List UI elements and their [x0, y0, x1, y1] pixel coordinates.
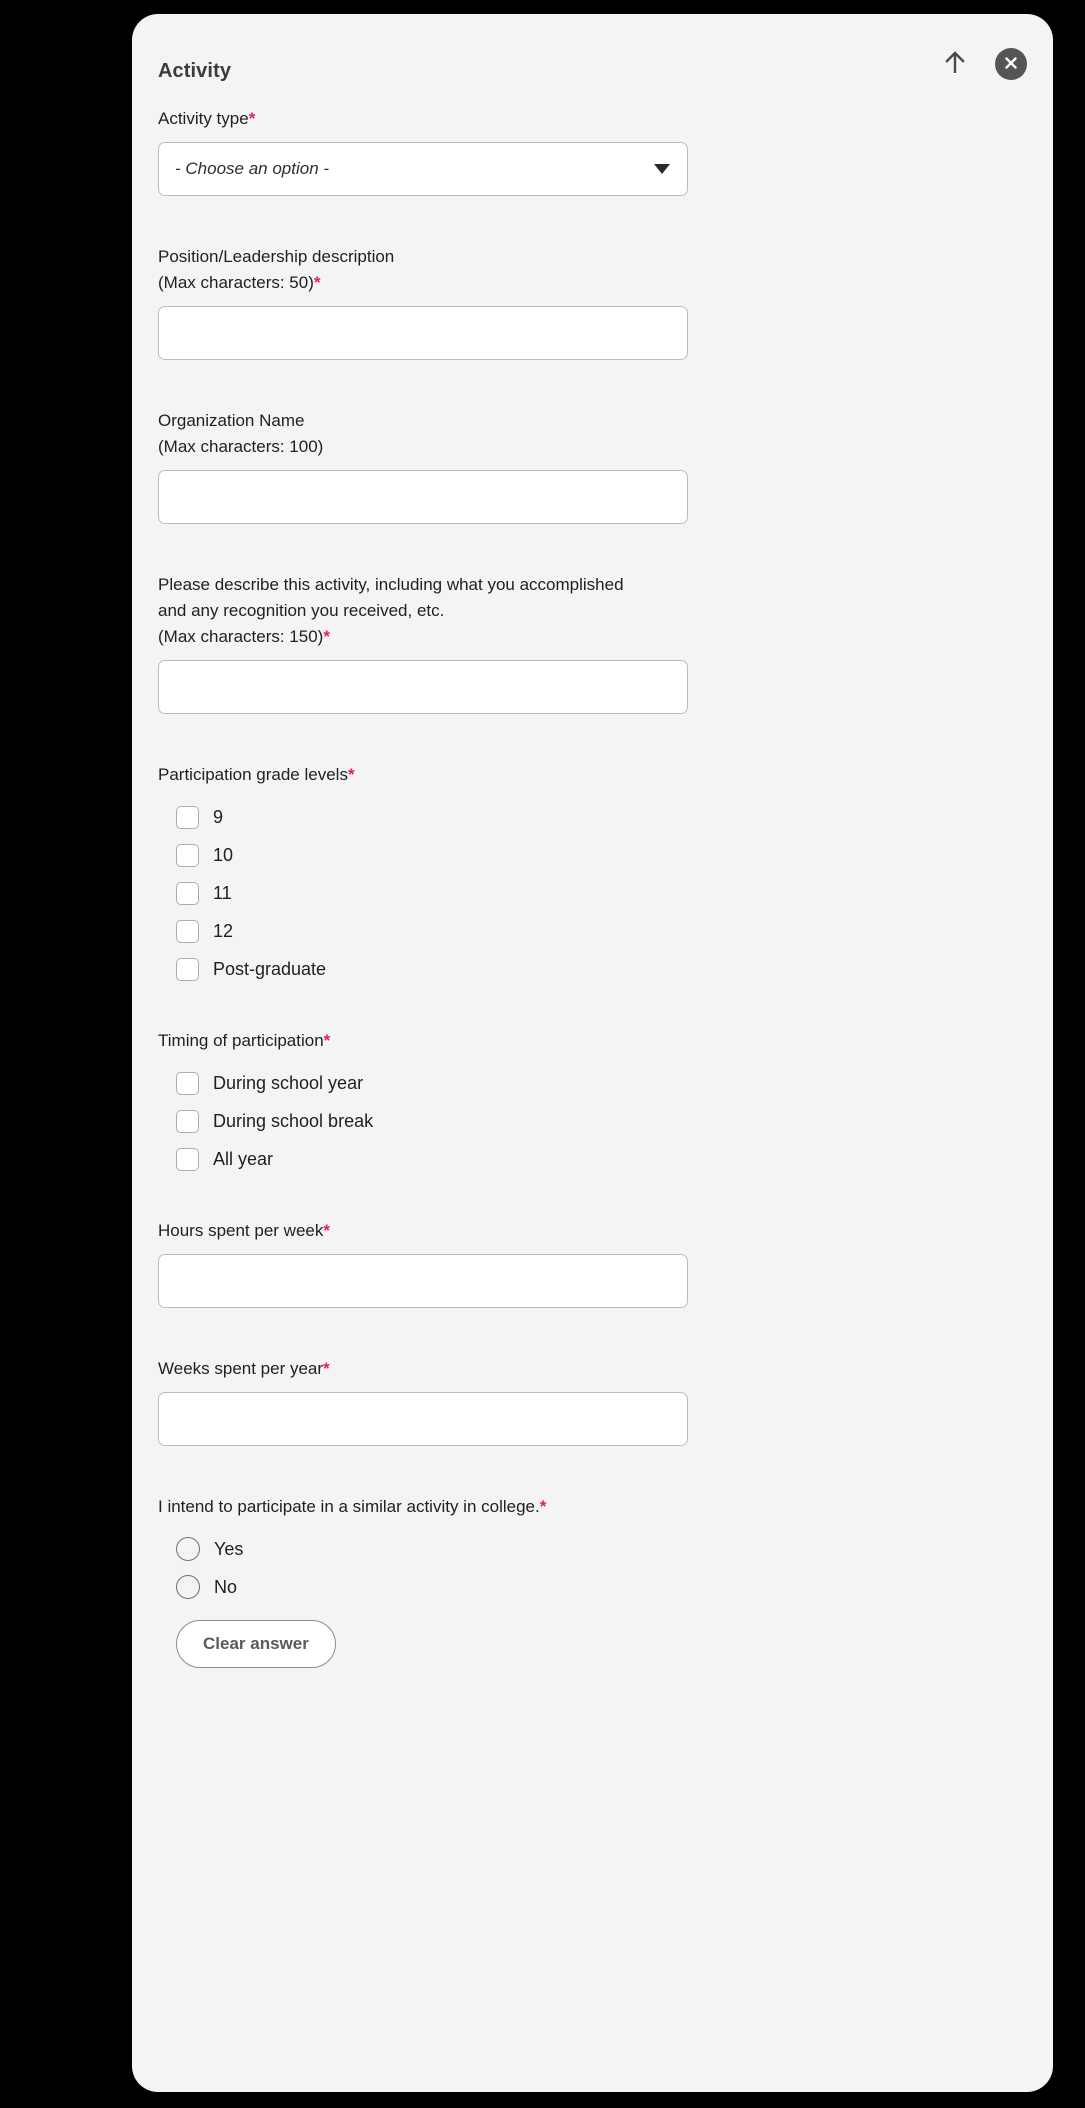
grade-levels-options: 9 10 11 12 Post-graduate — [158, 798, 1027, 988]
activity-description-label-line2: and any recognition you received, etc. — [158, 601, 445, 620]
position-description-input[interactable] — [158, 306, 688, 360]
college-intent-option-no[interactable]: No — [158, 1568, 1027, 1606]
weeks-per-year-label: Weeks spent per year* — [158, 1356, 718, 1382]
checkbox-icon[interactable] — [176, 919, 199, 943]
timing-option-during-school-break[interactable]: During school break — [158, 1102, 1027, 1140]
arrow-up-icon — [943, 50, 967, 79]
screen-root: Activity Activity type* - Choose an opti… — [0, 0, 1085, 2108]
weeks-per-year-label-text: Weeks spent per year — [158, 1359, 324, 1378]
checkbox-icon[interactable] — [176, 881, 199, 905]
field-organization-name: Organization Name (Max characters: 100) — [158, 408, 1027, 524]
checkbox-icon[interactable] — [176, 957, 199, 981]
required-asterisk: * — [347, 765, 355, 784]
required-asterisk: * — [248, 109, 256, 128]
college-intent-label: I intend to participate in a similar act… — [158, 1494, 718, 1520]
timing-label-text: Timing of participation — [158, 1031, 324, 1050]
organization-name-input[interactable] — [158, 470, 688, 524]
grade-level-option-10[interactable]: 10 — [158, 836, 1027, 874]
hours-per-week-label-text: Hours spent per week — [158, 1221, 324, 1240]
header-actions — [937, 46, 1027, 82]
weeks-per-year-input[interactable] — [158, 1392, 688, 1446]
option-label: All year — [213, 1149, 274, 1169]
timing-label: Timing of participation* — [158, 1028, 718, 1054]
option-label: 9 — [213, 807, 224, 827]
timing-options: During school year During school break A… — [158, 1064, 1027, 1178]
position-description-label-line1: Position/Leadership description — [158, 247, 395, 266]
field-activity-type: Activity type* - Choose an option - — [158, 106, 1027, 196]
activity-type-selected-value: - Choose an option - — [175, 159, 330, 178]
grade-level-option-9[interactable]: 9 — [158, 798, 1027, 836]
hours-per-week-input[interactable] — [158, 1254, 688, 1308]
field-weeks-per-year: Weeks spent per year* — [158, 1356, 1027, 1446]
activity-type-select[interactable]: - Choose an option - — [158, 142, 688, 196]
activity-dialog: Activity Activity type* - Choose an opti… — [132, 14, 1053, 2092]
position-description-label: Position/Leadership description (Max cha… — [158, 244, 718, 296]
timing-option-during-school-year[interactable]: During school year — [158, 1064, 1027, 1102]
radio-icon[interactable] — [176, 1537, 200, 1561]
option-label: During school break — [213, 1111, 374, 1131]
option-label: Post-graduate — [213, 959, 327, 979]
activity-type-label-text: Activity type — [158, 109, 249, 128]
close-button[interactable] — [995, 48, 1027, 80]
field-college-intent: I intend to participate in a similar act… — [158, 1494, 1027, 1668]
activity-description-label: Please describe this activity, including… — [158, 572, 718, 650]
grade-level-option-12[interactable]: 12 — [158, 912, 1027, 950]
grade-levels-label-text: Participation grade levels — [158, 765, 348, 784]
option-label: Yes — [214, 1539, 244, 1559]
checkbox-icon[interactable] — [176, 1071, 199, 1095]
required-asterisk: * — [323, 1359, 330, 1378]
college-intent-label-text: I intend to participate in a similar act… — [158, 1497, 540, 1516]
activity-description-label-line1: Please describe this activity, including… — [158, 575, 624, 594]
required-asterisk: * — [539, 1497, 547, 1516]
field-grade-levels: Participation grade levels* 9 10 11 12 P… — [158, 762, 1027, 988]
organization-name-label: Organization Name (Max characters: 100) — [158, 408, 718, 460]
activity-form: Activity type* - Choose an option - Posi… — [132, 106, 1053, 1708]
position-description-label-line2: (Max characters: 50) — [158, 273, 314, 292]
field-position-description: Position/Leadership description (Max cha… — [158, 244, 1027, 360]
organization-name-label-line1: Organization Name — [158, 411, 305, 430]
clear-answer-button[interactable]: Clear answer — [176, 1620, 336, 1668]
grade-levels-label: Participation grade levels* — [158, 762, 718, 788]
checkbox-icon[interactable] — [176, 1147, 199, 1171]
activity-description-label-line3: (Max characters: 150) — [158, 627, 324, 646]
checkbox-icon[interactable] — [176, 843, 199, 867]
radio-icon[interactable] — [176, 1575, 200, 1599]
activity-type-label: Activity type* — [158, 106, 718, 132]
option-label: 10 — [213, 845, 234, 865]
grade-level-option-11[interactable]: 11 — [158, 874, 1027, 912]
dialog-header: Activity — [132, 14, 1053, 106]
page-title: Activity — [158, 60, 232, 82]
field-activity-description: Please describe this activity, including… — [158, 572, 1027, 714]
field-timing: Timing of participation* During school y… — [158, 1028, 1027, 1178]
activity-type-select-wrap: - Choose an option - — [158, 142, 688, 196]
option-label: During school year — [213, 1073, 364, 1093]
field-hours-per-week: Hours spent per week* — [158, 1218, 1027, 1308]
checkbox-icon[interactable] — [176, 805, 199, 829]
close-icon — [1002, 54, 1020, 75]
activity-description-input[interactable] — [158, 660, 688, 714]
timing-option-all-year[interactable]: All year — [158, 1140, 1027, 1178]
organization-name-label-line2: (Max characters: 100) — [158, 437, 324, 456]
required-asterisk: * — [323, 627, 330, 646]
hours-per-week-label: Hours spent per week* — [158, 1218, 718, 1244]
required-asterisk: * — [323, 1221, 330, 1240]
option-label: 11 — [213, 883, 232, 903]
option-label: 12 — [213, 921, 234, 941]
option-label: No — [214, 1577, 238, 1597]
required-asterisk: * — [313, 273, 321, 292]
required-asterisk: * — [323, 1031, 331, 1050]
grade-level-option-post-graduate[interactable]: Post-graduate — [158, 950, 1027, 988]
checkbox-icon[interactable] — [176, 1109, 199, 1133]
college-intent-options: Yes No — [158, 1530, 1027, 1606]
collapse-up-button[interactable] — [937, 46, 973, 82]
college-intent-option-yes[interactable]: Yes — [158, 1530, 1027, 1568]
